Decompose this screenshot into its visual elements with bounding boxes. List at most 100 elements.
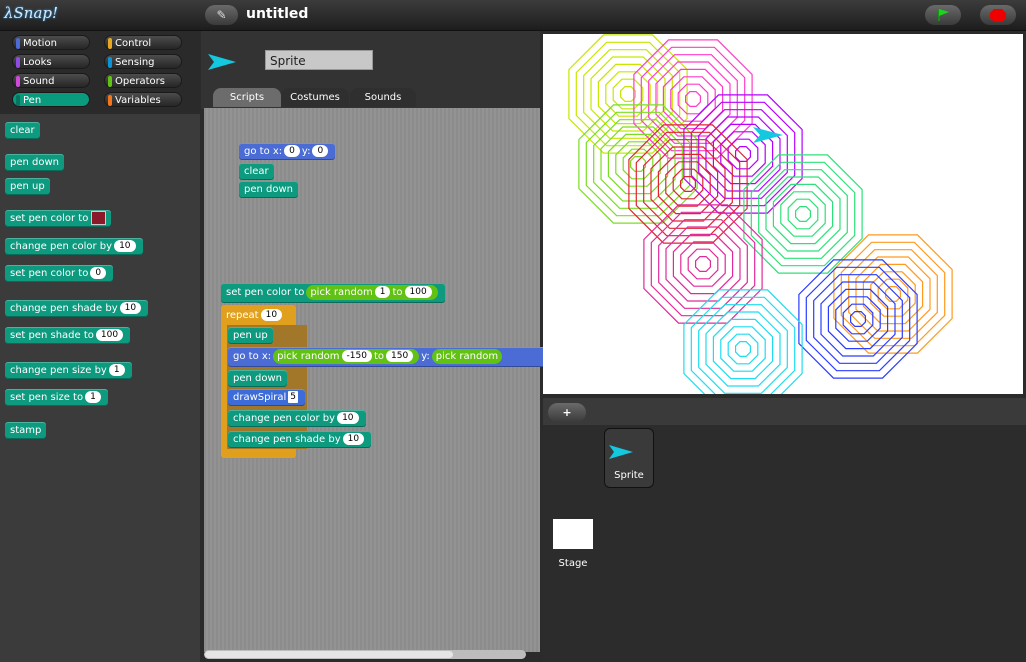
stage[interactable] <box>543 34 1023 394</box>
spiral-trail <box>795 206 811 222</box>
change-pen-color-block[interactable]: change pen color by 10 <box>228 410 366 427</box>
sprite-thumbnail[interactable]: Sprite <box>604 428 654 488</box>
repeat-block[interactable]: repeat 10 <box>221 307 290 324</box>
pick-random-x-reporter[interactable]: pick random -150 to 150 <box>273 348 420 364</box>
go-to-xy-random-block[interactable]: go to x: pick random -150 to 150 y: pick rando… <box>228 347 546 367</box>
spiral-trail <box>698 304 788 394</box>
clear-block[interactable]: clear <box>239 163 274 180</box>
y-slot[interactable]: 0 <box>312 145 329 157</box>
block-label: set pen size to <box>10 392 84 403</box>
color-swatch[interactable] <box>91 211 107 225</box>
spiral-trail <box>877 278 909 310</box>
palette-set-pen-color-number-block[interactable]: set pen color to 0 <box>5 265 114 282</box>
category-sound[interactable]: Sound <box>12 73 90 88</box>
spiral-trail <box>680 176 696 192</box>
number-slot[interactable]: 1 <box>85 391 101 403</box>
logo-text: Snap! <box>13 4 59 22</box>
spiral-trail <box>855 256 931 332</box>
palette-set-pen-size-block[interactable]: set pen size to 1 <box>5 389 108 406</box>
to-slot[interactable]: 150 <box>386 349 414 362</box>
draw-spiral-block[interactable]: drawSpiral 5 <box>228 389 305 406</box>
pen-down-block[interactable]: pen down <box>228 370 287 387</box>
spiral-trail <box>805 266 911 372</box>
number-slot[interactable]: 10 <box>119 302 142 314</box>
category-pen[interactable]: Pen <box>12 92 90 107</box>
project-menu-button[interactable]: ✎ <box>205 5 238 25</box>
category-motion[interactable]: Motion <box>12 35 90 50</box>
y-label: y: <box>421 351 430 362</box>
spiral-trail <box>827 288 889 350</box>
change-pen-shade-block[interactable]: change pen shade by 10 <box>228 431 372 448</box>
palette-change-pen-shade-block[interactable]: change pen shade by 10 <box>5 300 149 317</box>
block-label: pen down <box>244 184 293 195</box>
spiral-trail <box>820 281 896 357</box>
go-to-xy-block[interactable]: go to x: 0 y: 0 <box>239 143 336 160</box>
pen-color-dot <box>16 95 20 106</box>
spiral-trail <box>798 259 918 379</box>
palette-stamp-block[interactable]: stamp <box>5 422 47 439</box>
from-slot[interactable]: 1 <box>374 285 391 298</box>
block-label: stamp <box>10 425 42 436</box>
spiral-trail <box>665 161 711 207</box>
add-sprite-button[interactable]: + <box>548 403 586 422</box>
x-slot[interactable]: 0 <box>284 145 300 157</box>
category-selector: Motion Control Looks Sensing Sound Opera… <box>0 31 200 113</box>
palette-set-pen-shade-block[interactable]: set pen shade to 100 <box>5 327 131 344</box>
green-flag-button[interactable] <box>925 5 961 25</box>
spiral-trail <box>658 219 748 309</box>
set-pen-color-block[interactable]: set pen color to pick random 1 to 100 <box>221 283 445 303</box>
pen-trails-drawing <box>568 34 953 394</box>
category-looks[interactable]: Looks <box>12 54 90 69</box>
category-operators[interactable]: Operators <box>104 73 182 88</box>
repeat-count-slot[interactable]: 10 <box>260 309 283 321</box>
palette-pen-down-block[interactable]: pen down <box>5 154 64 171</box>
spiral-trail <box>772 183 834 245</box>
pen-up-block[interactable]: pen up <box>228 327 273 344</box>
stage-sprite-arrow[interactable] <box>753 127 783 143</box>
spiral-trail <box>735 341 751 357</box>
sprite-name-input[interactable]: Sprite <box>265 50 373 70</box>
reporter-label: pick random <box>277 350 340 362</box>
tab-scripts[interactable]: Scripts <box>213 88 281 107</box>
from-slot[interactable]: -150 <box>341 349 372 362</box>
pick-random-reporter[interactable]: pick random 1 to 100 <box>306 284 438 300</box>
to-label: to <box>373 350 385 362</box>
number-slot[interactable]: 10 <box>337 412 359 424</box>
spiral-trail <box>698 109 788 199</box>
pick-random-y-reporter[interactable]: pick random <box>431 348 503 364</box>
spiral-trail <box>690 101 796 207</box>
category-label: Sensing <box>115 57 155 68</box>
sprite-arrow-icon <box>609 445 633 459</box>
spiral-count-slot[interactable]: 5 <box>288 391 298 403</box>
block-label: pen up <box>10 181 45 192</box>
block-label: pen up <box>233 330 268 341</box>
tab-sounds[interactable]: Sounds <box>350 88 416 107</box>
number-slot[interactable]: 0 <box>90 267 107 279</box>
to-slot[interactable]: 100 <box>404 285 432 298</box>
palette-change-pen-color-block[interactable]: change pen color by 10 <box>5 238 143 255</box>
category-sensing[interactable]: Sensing <box>104 54 182 69</box>
number-slot[interactable]: 100 <box>95 329 124 341</box>
number-slot[interactable]: 10 <box>342 433 365 445</box>
spiral-trail <box>619 85 637 103</box>
stop-button[interactable] <box>980 5 1016 25</box>
tab-costumes[interactable]: Costumes <box>281 88 349 107</box>
spiral-trail <box>727 138 759 170</box>
spiral-trail <box>593 119 683 209</box>
palette-set-pen-color-block[interactable]: set pen color to <box>5 210 112 227</box>
pen-down-block[interactable]: pen down <box>239 181 298 198</box>
palette-clear-block[interactable]: clear <box>5 122 40 139</box>
motion-color-dot <box>16 38 20 49</box>
spiral-trail <box>750 161 856 267</box>
number-slot[interactable]: 10 <box>114 240 136 252</box>
stage-thumbnail[interactable] <box>553 519 593 549</box>
palette-change-pen-size-block[interactable]: change pen size by 1 <box>5 362 132 379</box>
sensing-color-dot <box>108 57 112 68</box>
palette-pen-up-block[interactable]: pen up <box>5 178 50 195</box>
number-slot[interactable]: 1 <box>108 364 125 376</box>
block-label: set pen color to <box>10 213 89 224</box>
snap-logo[interactable]: λSnap! <box>4 4 58 26</box>
scripts-scroll-thumb[interactable] <box>205 651 453 658</box>
category-variables[interactable]: Variables <box>104 92 182 107</box>
category-control[interactable]: Control <box>104 35 182 50</box>
